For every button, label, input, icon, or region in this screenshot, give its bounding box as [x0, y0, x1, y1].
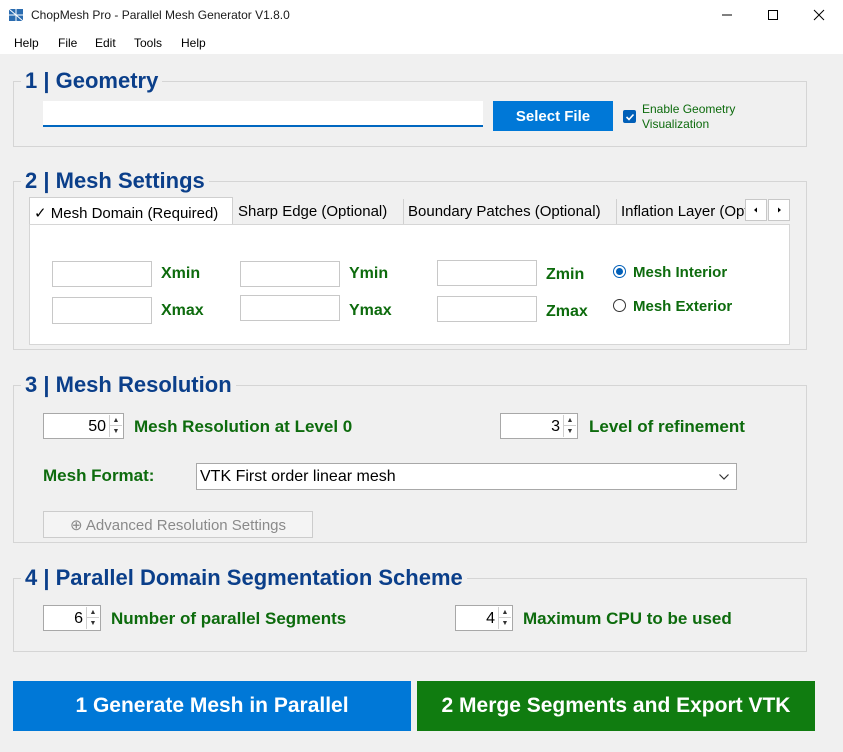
cpu-spin-buttons: ▲ ▼: [498, 607, 511, 629]
mesh-settings-tabs: ✓ Mesh Domain (Required) Sharp Edge (Opt…: [29, 197, 793, 225]
tab-sharp-edge[interactable]: Sharp Edge (Optional): [234, 199, 404, 224]
xmin-label: Xmin: [161, 265, 201, 282]
xmax-input[interactable]: [52, 297, 152, 324]
xmin-input[interactable]: [52, 261, 152, 287]
tab-scroll-left-button[interactable]: [745, 199, 767, 221]
ymin-label: Ymin: [349, 265, 389, 282]
ymax-label: Ymax: [349, 302, 392, 319]
level0-resolution-label: Mesh Resolution at Level 0: [134, 417, 353, 436]
zmax-label: Zmax: [546, 303, 588, 320]
tab-scroll-right-button[interactable]: [768, 199, 790, 221]
level0-increment-button[interactable]: ▲: [110, 415, 122, 426]
select-file-button[interactable]: Select File: [493, 101, 613, 131]
minimize-icon: [722, 14, 732, 16]
window-title: ChopMesh Pro - Parallel Mesh Generator V…: [31, 8, 290, 22]
tab-inflation-layer[interactable]: Inflation Layer (Optional): [617, 199, 747, 224]
menu-edit[interactable]: Edit: [95, 36, 116, 50]
zmin-input[interactable]: [437, 260, 537, 286]
max-cpu-value: 4: [486, 610, 495, 627]
cpu-increment-button[interactable]: ▲: [499, 607, 511, 618]
maximize-button[interactable]: [750, 0, 796, 30]
segments-increment-button[interactable]: ▲: [87, 607, 99, 618]
level0-spin-buttons: ▲ ▼: [109, 415, 122, 437]
cpu-decrement-button[interactable]: ▼: [499, 618, 511, 629]
zmin-label: Zmin: [546, 266, 585, 283]
arrow-left-icon: [754, 207, 757, 213]
close-icon: [813, 9, 825, 21]
refinement-level-stepper[interactable]: 3 ▲ ▼: [500, 413, 578, 439]
level0-decrement-button[interactable]: ▼: [110, 426, 122, 437]
close-button[interactable]: [796, 0, 842, 30]
segments-spin-buttons: ▲ ▼: [86, 607, 99, 629]
merge-export-button[interactable]: 2 Merge Segments and Export VTK: [417, 681, 815, 731]
tab-mesh-domain[interactable]: ✓ Mesh Domain (Required): [29, 197, 233, 225]
minimize-button[interactable]: [704, 0, 750, 30]
mesh-exterior-label[interactable]: Mesh Exterior: [633, 298, 732, 315]
refinement-decrement-button[interactable]: ▼: [564, 426, 576, 437]
menu-bar: Help File Edit Tools Help: [0, 30, 843, 54]
mesh-format-label: Mesh Format:: [43, 466, 155, 485]
xmax-label: Xmax: [161, 302, 204, 319]
refinement-increment-button[interactable]: ▲: [564, 415, 576, 426]
geometry-title: 1 | Geometry: [21, 68, 163, 94]
level0-resolution-value: 50: [88, 418, 106, 435]
mesh-interior-label[interactable]: Mesh Interior: [633, 264, 727, 281]
max-cpu-stepper[interactable]: 4 ▲ ▼: [455, 605, 513, 631]
mesh-settings-title: 2 | Mesh Settings: [21, 168, 209, 194]
ymax-input[interactable]: [240, 295, 340, 321]
menu-help[interactable]: Help: [14, 36, 39, 50]
maximize-icon: [768, 10, 778, 20]
mesh-resolution-title: 3 | Mesh Resolution: [21, 372, 236, 398]
checkmark-icon: [625, 113, 634, 121]
generate-mesh-button[interactable]: 1 Generate Mesh in Parallel: [13, 681, 411, 731]
refinement-level-value: 3: [551, 418, 560, 435]
level0-resolution-stepper[interactable]: 50 ▲ ▼: [43, 413, 124, 439]
title-bar: ChopMesh Pro - Parallel Mesh Generator V…: [0, 0, 843, 30]
menu-file[interactable]: File: [58, 36, 77, 50]
tab-boundary-patches[interactable]: Boundary Patches (Optional): [404, 199, 617, 224]
mesh-format-select[interactable]: VTK First order linear mesh: [196, 463, 737, 490]
max-cpu-label: Maximum CPU to be used: [523, 609, 732, 628]
menu-help-2[interactable]: Help: [181, 36, 206, 50]
segmentation-title: 4 | Parallel Domain Segmentation Scheme: [21, 565, 467, 591]
enable-visualization-label[interactable]: Enable Geometry Visualization: [642, 102, 762, 132]
advanced-resolution-settings-button[interactable]: ⊕ Advanced Resolution Settings: [43, 511, 313, 538]
mesh-format-value: VTK First order linear mesh: [200, 468, 396, 485]
refinement-level-label: Level of refinement: [589, 417, 745, 436]
ymin-input[interactable]: [240, 261, 340, 287]
mesh-interior-radio[interactable]: [613, 265, 626, 278]
parallel-segments-label: Number of parallel Segments: [111, 609, 347, 628]
parallel-segments-value: 6: [74, 610, 83, 627]
app-logo-icon: [8, 7, 24, 23]
zmax-input[interactable]: [437, 296, 537, 322]
chevron-down-icon: [719, 474, 729, 480]
file-path-input[interactable]: [43, 101, 483, 127]
arrow-right-icon: [778, 207, 781, 213]
parallel-segments-stepper[interactable]: 6 ▲ ▼: [43, 605, 101, 631]
enable-visualization-checkbox[interactable]: [623, 110, 636, 123]
segments-decrement-button[interactable]: ▼: [87, 618, 99, 629]
menu-tools[interactable]: Tools: [134, 36, 162, 50]
refinement-spin-buttons: ▲ ▼: [563, 415, 576, 437]
mesh-exterior-radio[interactable]: [613, 299, 626, 312]
